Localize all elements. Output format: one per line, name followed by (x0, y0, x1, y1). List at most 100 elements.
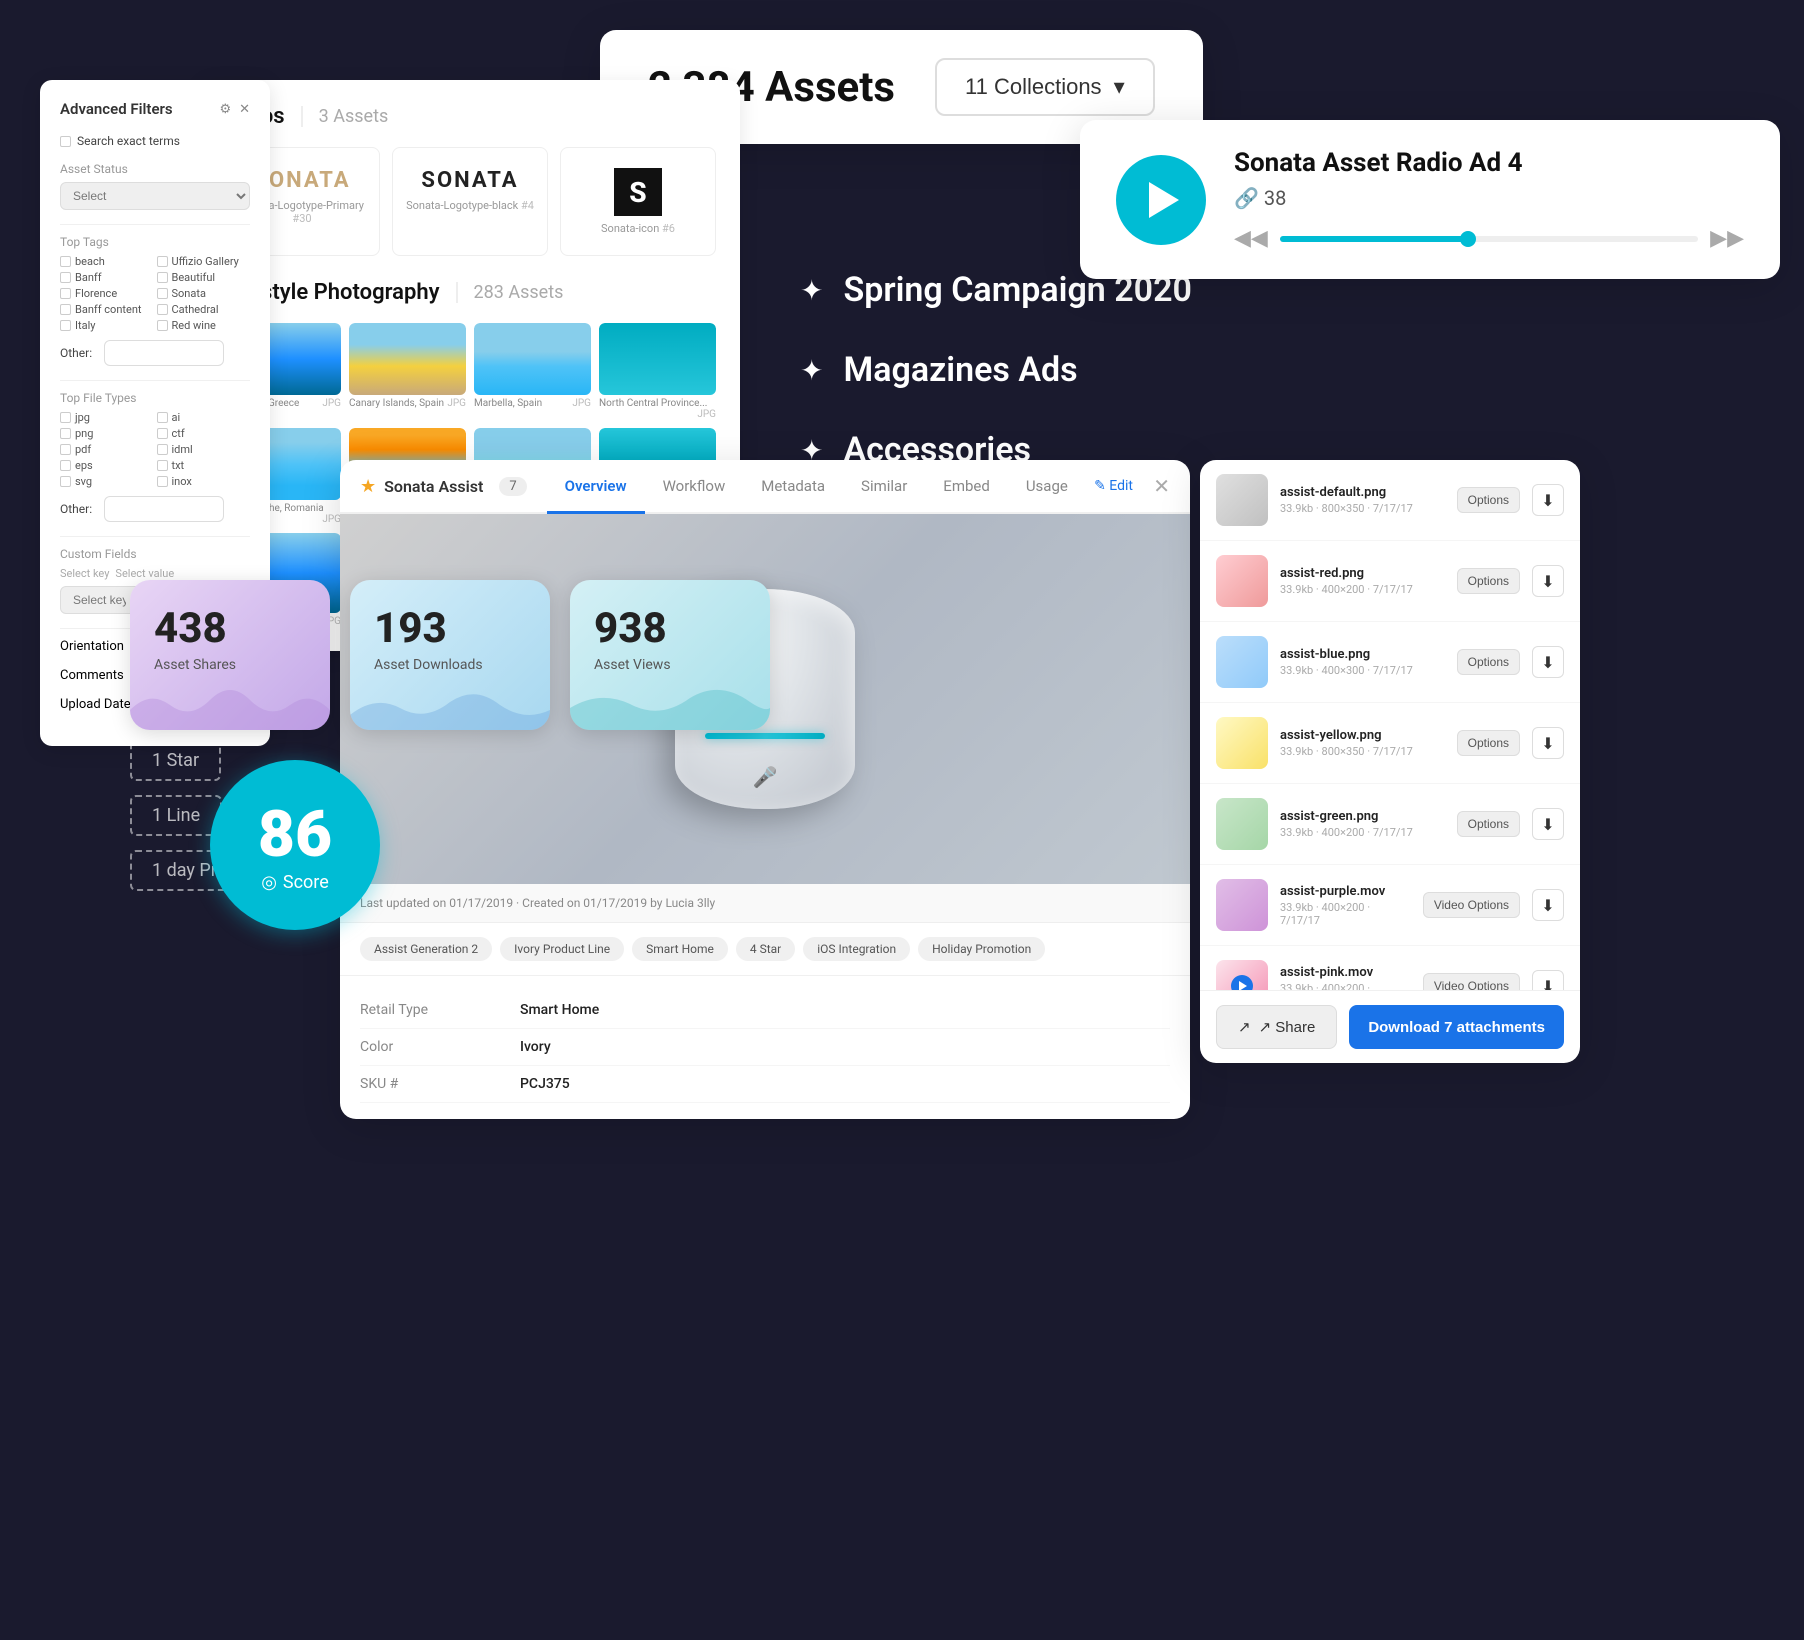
video-options-button[interactable]: Video Options (1423, 973, 1520, 990)
attachment-meta: 33.9kb · 800×350 · 7/17/17 (1280, 745, 1445, 758)
download-icon-button[interactable]: ⬇ (1532, 484, 1564, 516)
photo-card[interactable]: Canary Islands, Spain JPG (349, 323, 466, 420)
tag-checkbox[interactable] (157, 288, 168, 299)
attachment-meta: 33.9kb · 400×200 · 7/17/17 (1280, 982, 1411, 991)
asset-tags-row: Assist Generation 2 Ivory Product Line S… (340, 923, 1190, 976)
collection-pin-icon: ✦ (800, 354, 823, 387)
tab-usage[interactable]: Usage (1008, 461, 1086, 514)
filetype-checkbox[interactable] (60, 476, 71, 487)
top-tags-section: Top Tags beach Uffizio Gallery Banff Bea… (60, 235, 250, 366)
options-button[interactable]: Options (1457, 811, 1520, 837)
logo-text-black: SONATA (405, 168, 535, 193)
download-icon-button[interactable]: ⬇ (1532, 565, 1564, 597)
logo-icon-s: S (614, 168, 662, 216)
other-filetypes-input[interactable] (104, 496, 224, 522)
collection-item[interactable]: ✦ Magazines Ads (800, 350, 1192, 390)
asset-tag[interactable]: Smart Home (632, 937, 728, 961)
tag-sonata: Sonata (157, 287, 251, 300)
attachment-filename: assist-default.png (1280, 485, 1445, 500)
attachment-item: assist-red.png 33.9kb · 400×200 · 7/17/1… (1200, 541, 1580, 622)
collections-button[interactable]: 11 Collections ▾ (935, 58, 1155, 116)
edit-button[interactable]: ✎ Edit (1094, 478, 1133, 494)
tab-workflow[interactable]: Workflow (645, 461, 744, 514)
stat-number-shares: 438 (154, 604, 306, 653)
attachment-meta: 33.9kb · 400×300 · 7/17/17 (1280, 664, 1445, 677)
tag-checkbox[interactable] (60, 320, 71, 331)
asset-tag[interactable]: Ivory Product Line (500, 937, 624, 961)
logo-card-black[interactable]: SONATA Sonata-Logotype-black #4 (392, 147, 548, 256)
asset-tag[interactable]: 4 Star (736, 937, 795, 961)
search-exact-checkbox[interactable] (60, 136, 71, 147)
photo-card[interactable]: Marbella, Spain JPG (474, 323, 591, 420)
close-button[interactable]: ✕ (1153, 474, 1170, 498)
share-button[interactable]: ↗ ↗ Share (1216, 1005, 1337, 1049)
filetype-checkbox[interactable] (60, 444, 71, 455)
photo-caption: Marbella, Spain JPG (474, 398, 591, 409)
attachment-meta: 33.9kb · 800×350 · 7/17/17 (1280, 502, 1445, 515)
asset-tag[interactable]: Assist Generation 2 (360, 937, 492, 961)
stat-card-downloads: 193 Asset Downloads (350, 580, 550, 730)
tab-embed[interactable]: Embed (925, 461, 1008, 514)
download-icon-button[interactable]: ⬇ (1532, 727, 1564, 759)
tag-checkbox[interactable] (157, 256, 168, 267)
asset-tag[interactable]: iOS Integration (803, 937, 910, 961)
video-play-icon[interactable] (1231, 975, 1253, 990)
audio-next-button[interactable]: ▶▶ (1710, 226, 1744, 251)
attachments-panel: assist-default.png 33.9kb · 800×350 · 7/… (1200, 460, 1580, 1063)
score-icon: ◎ (261, 872, 277, 893)
attachment-thumbnail (1216, 555, 1268, 607)
filetype-checkbox[interactable] (157, 476, 168, 487)
filetype-checkbox[interactable] (60, 428, 71, 439)
speaker-ring (705, 733, 825, 739)
video-options-button[interactable]: Video Options (1423, 892, 1520, 918)
download-attachments-button[interactable]: Download 7 attachments (1349, 1005, 1564, 1049)
tag-checkbox[interactable] (60, 272, 71, 283)
tag-banff: Banff (60, 271, 154, 284)
asset-detail-panel: ★ Sonata Assist 7 Overview Workflow Meta… (340, 460, 1190, 1119)
tag-checkbox[interactable] (157, 320, 168, 331)
filetype-checkbox[interactable] (157, 444, 168, 455)
filetype-checkbox[interactable] (157, 412, 168, 423)
download-icon-button[interactable]: ⬇ (1532, 889, 1564, 921)
tag-banff-content: Banff content (60, 303, 154, 316)
progress-track[interactable] (1280, 236, 1698, 242)
filetype-checkbox[interactable] (157, 428, 168, 439)
comments-label: Comments (60, 668, 124, 683)
download-icon-button[interactable]: ⬇ (1532, 808, 1564, 840)
attachment-info: assist-red.png 33.9kb · 400×200 · 7/17/1… (1280, 566, 1445, 596)
tag-checkbox[interactable] (60, 288, 71, 299)
audio-play-button[interactable] (1116, 155, 1206, 245)
filetype-checkbox[interactable] (157, 460, 168, 471)
tag-checkbox[interactable] (157, 272, 168, 283)
close-icon[interactable]: ✕ (239, 102, 250, 117)
tab-similar[interactable]: Similar (843, 461, 925, 514)
filetype-checkbox[interactable] (60, 460, 71, 471)
logo-card-icon[interactable]: S Sonata-icon #6 (560, 147, 716, 256)
tag-checkbox[interactable] (60, 304, 71, 315)
settings-icon[interactable]: ⚙ (219, 102, 231, 117)
field-sku: SKU # PCJ375 (360, 1066, 1170, 1103)
asset-status-select[interactable]: Select (60, 182, 250, 210)
filters-header: Advanced Filters ⚙ ✕ (60, 100, 250, 118)
tab-metadata[interactable]: Metadata (743, 461, 843, 514)
options-button[interactable]: Options (1457, 649, 1520, 675)
options-button[interactable]: Options (1457, 568, 1520, 594)
other-tags-input[interactable] (104, 340, 224, 366)
options-button[interactable]: Options (1457, 730, 1520, 756)
attachment-info: assist-green.png 33.9kb · 400×200 · 7/17… (1280, 809, 1445, 839)
tag-checkbox[interactable] (60, 256, 71, 267)
download-icon-button[interactable]: ⬇ (1532, 970, 1564, 990)
field-value: Smart Home (520, 1002, 1170, 1018)
attachment-filename: assist-green.png (1280, 809, 1445, 824)
chevron-down-icon: ▾ (1114, 74, 1125, 100)
photo-card[interactable]: North Central Province... JPG (599, 323, 716, 420)
asset-tag[interactable]: Holiday Promotion (918, 937, 1045, 961)
filters-title: Advanced Filters (60, 100, 173, 118)
filetype-checkbox[interactable] (60, 412, 71, 423)
options-button[interactable]: Options (1457, 487, 1520, 513)
tab-overview[interactable]: Overview (547, 461, 645, 514)
audio-prev-button[interactable]: ◀◀ (1234, 226, 1268, 251)
field-retail-type: Retail Type Smart Home (360, 992, 1170, 1029)
download-icon-button[interactable]: ⬇ (1532, 646, 1564, 678)
tag-checkbox[interactable] (157, 304, 168, 315)
